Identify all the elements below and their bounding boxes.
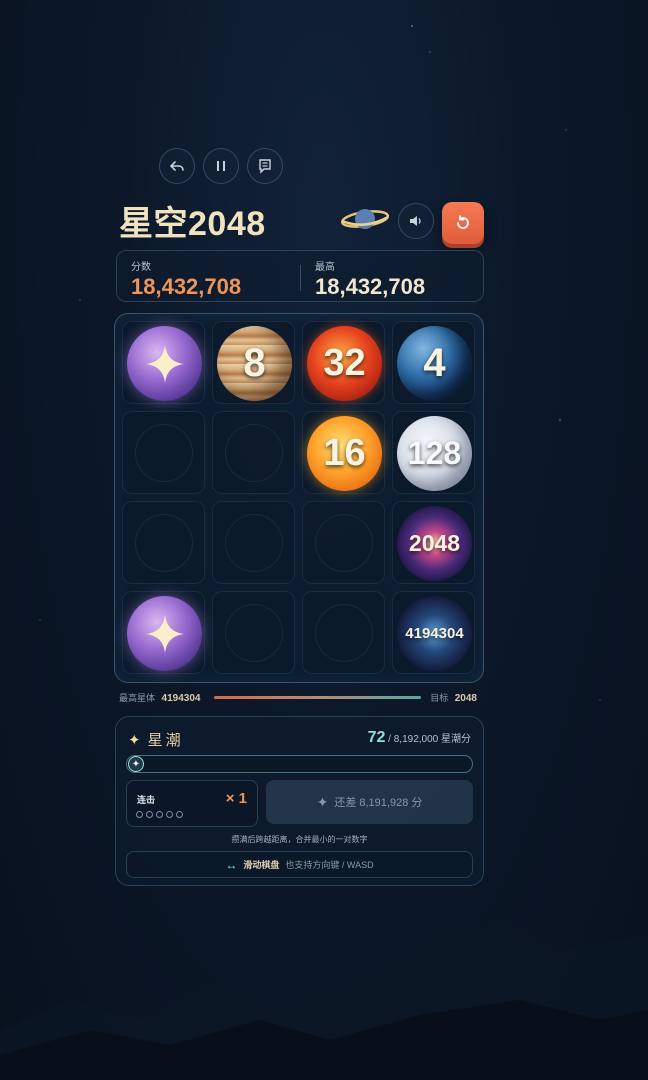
highest-value: 4194304 bbox=[161, 693, 201, 704]
sparkle-icon bbox=[145, 614, 184, 653]
board-cell bbox=[212, 411, 295, 494]
board-cell bbox=[122, 591, 205, 674]
sparkle-icon: ✦ bbox=[316, 793, 329, 810]
tile-value: 16 bbox=[323, 432, 366, 474]
board-cell bbox=[122, 501, 205, 584]
board-cell: 32 bbox=[302, 321, 385, 404]
tile-value: 4194304 bbox=[405, 625, 464, 642]
tile-sun16: 16 bbox=[307, 416, 382, 491]
swipe-label: 滑动棋盘 bbox=[243, 860, 280, 870]
tile-star bbox=[127, 596, 202, 671]
restart-button[interactable] bbox=[442, 202, 484, 244]
combo-dot bbox=[166, 811, 173, 818]
sound-button[interactable] bbox=[398, 203, 434, 239]
empty-cell-ring bbox=[225, 604, 283, 662]
tile-earth: 4 bbox=[397, 326, 472, 401]
tile-value: 2048 bbox=[408, 530, 461, 556]
board-cell: 2048 bbox=[392, 501, 475, 584]
board-cell: 16 bbox=[302, 411, 385, 494]
tile-value: 4 bbox=[423, 341, 446, 385]
tide-title: 星潮 bbox=[147, 731, 184, 749]
board-cell bbox=[212, 501, 295, 584]
tile-sun32: 32 bbox=[307, 326, 382, 401]
arrows-icon: ↔ bbox=[225, 857, 238, 872]
combo-label: 连击 bbox=[137, 795, 156, 805]
tile-galaxy: 2048 bbox=[397, 506, 472, 581]
combo-multiplier: × 1 bbox=[225, 790, 247, 807]
tile-value: 32 bbox=[323, 342, 366, 384]
sparkle-icon: ✦ bbox=[128, 731, 144, 749]
page-title: 星空2048 bbox=[119, 205, 266, 243]
saturn-icon bbox=[340, 209, 390, 229]
best-label: 最高 bbox=[315, 262, 335, 273]
tile-cluster: 4194304 bbox=[397, 596, 472, 671]
best-score: 最高 18,432,708 bbox=[315, 258, 425, 300]
score-label: 分数 bbox=[131, 262, 151, 273]
score-value: 18,432,708 bbox=[131, 274, 242, 299]
tide-progress-bar: ✦ bbox=[126, 755, 473, 773]
combo-dot bbox=[156, 811, 163, 818]
empty-cell-ring bbox=[225, 424, 283, 482]
board-cell: 8 bbox=[212, 321, 295, 404]
target-group: 目标 2048 bbox=[430, 691, 477, 704]
tile-jupiter: 8 bbox=[217, 326, 292, 401]
tide-activate-button[interactable]: ✦ 还差 8,191,928 分 bbox=[266, 780, 473, 824]
tide-panel: ✦ 星潮 72 / 8,192,000 星潮分 ✦ 连击 × 1 ✦ 还差 8,1… bbox=[115, 716, 484, 886]
tide-total: / 8,192,000 星潮分 bbox=[388, 734, 471, 745]
target-progress-line bbox=[214, 696, 421, 699]
swipe-sub: 也支持方向键 / WASD bbox=[285, 860, 374, 870]
undo-icon bbox=[169, 161, 184, 171]
empty-cell-ring bbox=[225, 514, 283, 572]
empty-cell-ring bbox=[135, 424, 193, 482]
empty-cell-ring bbox=[135, 514, 193, 572]
combo-dot bbox=[146, 811, 153, 818]
tile-value: 8 bbox=[243, 341, 266, 385]
game-board[interactable]: 8 32 4 16 128 2048 4194304 bbox=[114, 313, 484, 683]
tile-star bbox=[127, 326, 202, 401]
board-cell: 4 bbox=[392, 321, 475, 404]
notes-icon bbox=[259, 159, 271, 174]
pause-icon bbox=[217, 161, 225, 171]
board-cell: 4194304 bbox=[392, 591, 475, 674]
tile-moon: 128 bbox=[397, 416, 472, 491]
board-cell bbox=[302, 591, 385, 674]
board-cell bbox=[212, 591, 295, 674]
tide-sparkle-icon: ✦ bbox=[128, 756, 144, 772]
undo-button[interactable] bbox=[159, 148, 195, 184]
target-progress: 最高星体 4194304 目标 2048 bbox=[119, 691, 479, 705]
combo-dot bbox=[176, 811, 183, 818]
remaining-label: 还差 8,191,928 分 bbox=[334, 797, 423, 809]
score-divider bbox=[300, 265, 301, 291]
best-value: 18,432,708 bbox=[315, 274, 426, 299]
empty-cell-ring bbox=[315, 514, 373, 572]
board-cell bbox=[302, 501, 385, 584]
target-value: 2048 bbox=[454, 693, 477, 704]
empty-cell-ring bbox=[315, 604, 373, 662]
top-toolbar bbox=[159, 148, 283, 184]
tide-score: 72 / 8,192,000 星潮分 bbox=[368, 729, 471, 747]
tide-hint: 攒满后跨越距离，合并最小的一对数字 bbox=[231, 835, 368, 844]
board-cell bbox=[122, 321, 205, 404]
highest-label: 最高星体 bbox=[119, 693, 156, 703]
target-label: 目标 bbox=[430, 693, 449, 703]
notes-button[interactable] bbox=[247, 148, 283, 184]
restart-icon bbox=[457, 215, 469, 229]
speaker-icon bbox=[410, 216, 421, 226]
swipe-hint: ↔ 滑动棋盘 也支持方向键 / WASD bbox=[126, 851, 473, 878]
board-cell: 128 bbox=[392, 411, 475, 494]
pause-button[interactable] bbox=[203, 148, 239, 184]
combo-dot bbox=[136, 811, 143, 818]
score-panel: 分数 18,432,708 最高 18,432,708 bbox=[116, 250, 484, 302]
tide-title-row: ✦ 星潮 bbox=[128, 729, 184, 750]
tile-value: 128 bbox=[407, 435, 462, 471]
combo-dots bbox=[136, 811, 183, 818]
tide-current: 72 bbox=[367, 729, 386, 746]
combo-box: 连击 × 1 bbox=[126, 780, 258, 827]
board-cell bbox=[122, 411, 205, 494]
sparkle-icon bbox=[145, 344, 184, 383]
mountain-silhouette bbox=[0, 920, 648, 1080]
current-score: 分数 18,432,708 bbox=[131, 258, 241, 300]
